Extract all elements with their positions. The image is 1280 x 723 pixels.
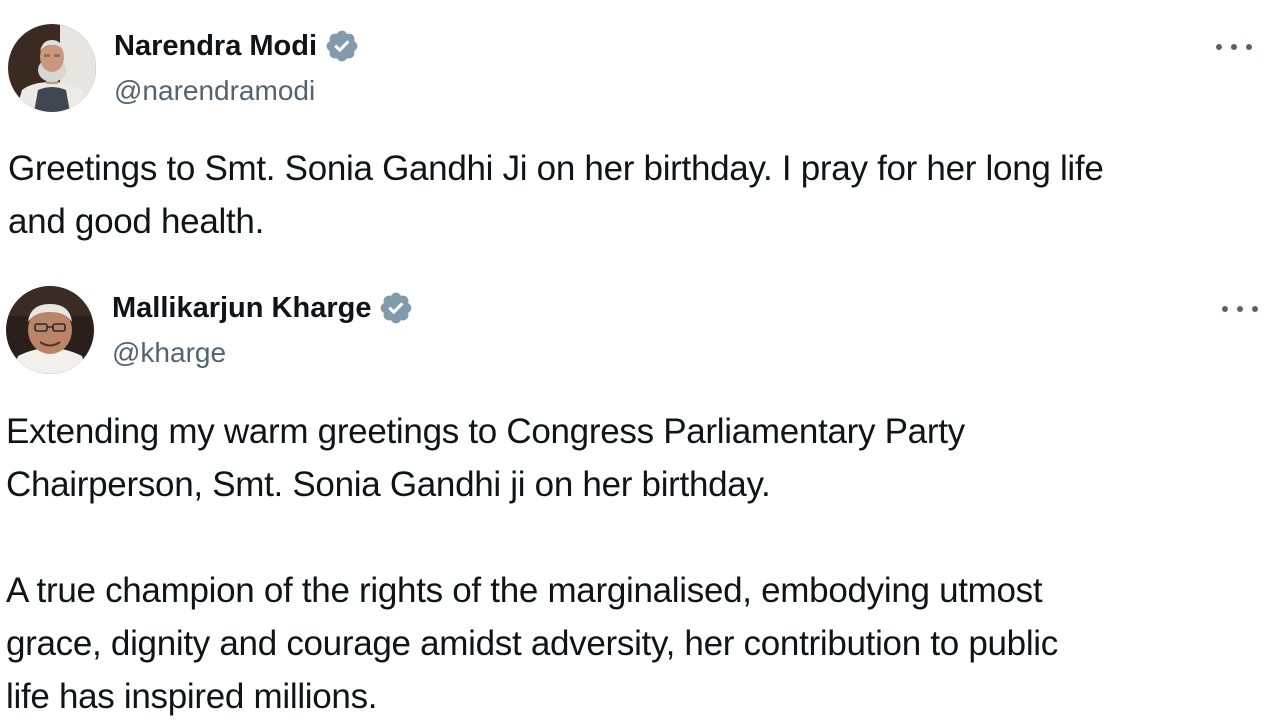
dot (1246, 44, 1252, 50)
verified-badge-icon (324, 28, 360, 64)
author-handle[interactable]: @narendramodi (114, 74, 315, 108)
tweet-narendra-modi[interactable]: Narendra Modi @narendramodi Greetings to… (0, 0, 1280, 260)
tweet-text: Greetings to Smt. Sonia Gandhi Ji on her… (8, 149, 1104, 241)
dot (1252, 306, 1258, 312)
dot (1222, 306, 1228, 312)
avatar-image (8, 24, 96, 112)
avatar-mallikarjun-kharge[interactable] (6, 286, 94, 374)
dot (1231, 44, 1237, 50)
avatar-image (6, 286, 94, 374)
more-options-icon[interactable] (1222, 302, 1258, 316)
avatar-narendra-modi[interactable] (8, 24, 96, 112)
dot (1237, 306, 1243, 312)
more-options-icon[interactable] (1216, 40, 1252, 54)
author-handle[interactable]: @kharge (112, 336, 226, 370)
author-name-text[interactable]: Mallikarjun Kharge (112, 291, 371, 325)
tweet-mallikarjun-kharge[interactable]: Mallikarjun Kharge @kharge Extending my … (0, 262, 1280, 720)
author-name[interactable]: Mallikarjun Kharge (112, 290, 414, 326)
dot (1216, 44, 1222, 50)
verified-badge-icon (378, 290, 414, 326)
author-name[interactable]: Narendra Modi (114, 28, 360, 64)
tweet-text: Extending my warm greetings to Congress … (6, 412, 1058, 716)
author-name-text[interactable]: Narendra Modi (114, 29, 317, 63)
